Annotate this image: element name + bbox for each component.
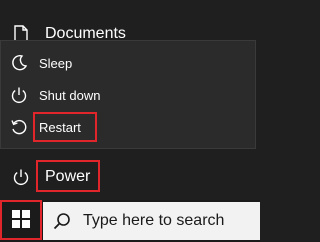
flyout-item-sleep[interactable]: Sleep xyxy=(1,48,255,78)
flyout-item-restart[interactable]: Restart xyxy=(1,112,255,142)
screen: Documents Sleep Shut down Restart Power … xyxy=(0,0,260,242)
sleep-label: Sleep xyxy=(39,55,73,71)
restart-label: Restart xyxy=(39,119,81,135)
start-menu: Documents Sleep Shut down Restart Power xyxy=(0,0,260,200)
start-item-power[interactable]: Power xyxy=(0,161,260,193)
flyout-item-shut-down[interactable]: Shut down xyxy=(1,80,255,110)
search-icon xyxy=(53,212,71,230)
start-button[interactable] xyxy=(0,200,42,242)
shut-down-label: Shut down xyxy=(39,87,101,103)
search-placeholder: Type here to search xyxy=(83,212,225,229)
power-label: Power xyxy=(45,168,91,185)
taskbar-search-box[interactable]: Type here to search xyxy=(43,202,260,240)
power-icon xyxy=(10,166,32,188)
power-flyout-menu: Sleep Shut down Restart xyxy=(0,40,256,149)
restart-icon xyxy=(9,117,29,137)
power-icon xyxy=(9,85,29,105)
moon-icon xyxy=(9,53,29,73)
windows-logo-icon xyxy=(12,209,30,233)
